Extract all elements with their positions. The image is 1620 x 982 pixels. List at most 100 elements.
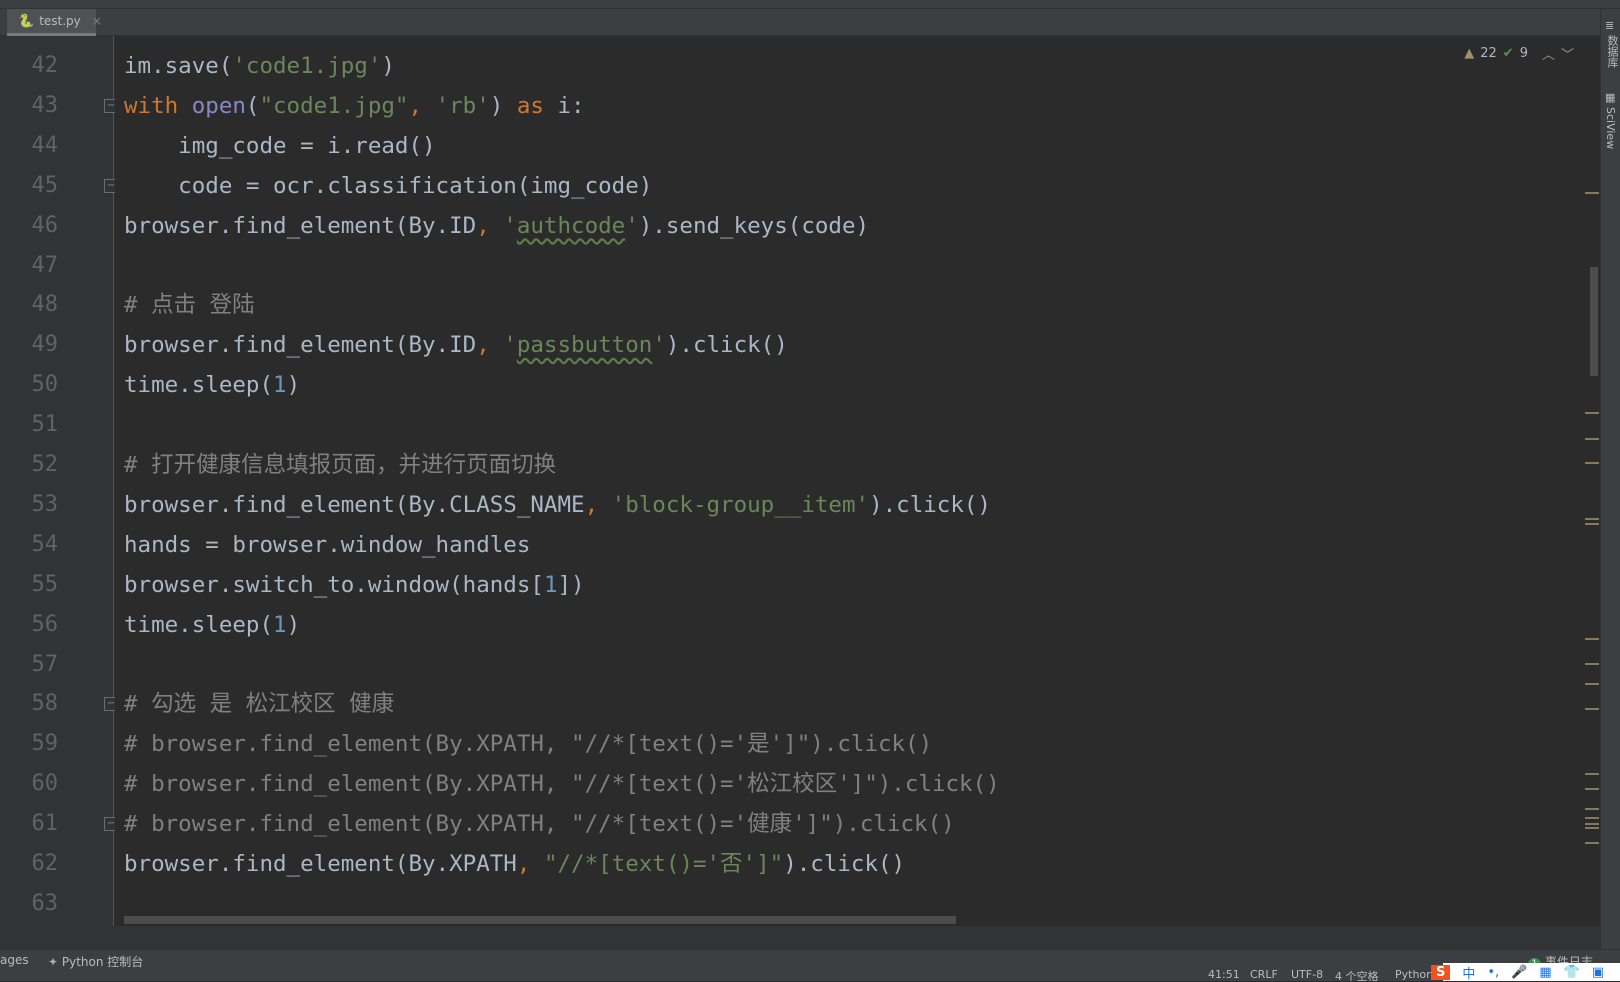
code-token: ).click() — [869, 491, 991, 518]
warning-stripe-marker[interactable] — [1585, 708, 1599, 710]
database-tool-button[interactable]: 数据库 — [1604, 35, 1620, 68]
code-line[interactable]: im.save('code1.jpg') — [124, 46, 395, 86]
warning-count: 22 — [1480, 46, 1497, 61]
inspection-widget[interactable]: ▲ 22 ✔ 9 ︿ ﹀ — [1458, 42, 1580, 65]
warning-stripe-marker[interactable] — [1585, 518, 1599, 520]
tab-label: test.py — [39, 14, 81, 28]
warning-stripe-marker[interactable] — [1585, 462, 1599, 464]
status-bar: 41:51 CRLF UTF-8 4 个空格 Python 3 — [0, 970, 1620, 981]
code-line[interactable]: # 打开健康信息填报页面，并进行页面切换 — [124, 445, 556, 485]
code-line[interactable]: browser.find_element(By.ID, 'passbutton'… — [124, 325, 788, 365]
code-token: ).send_keys(code) — [638, 212, 870, 239]
code-token: # 勾选 是 松江校区 健康 — [124, 691, 395, 718]
warning-stripe-marker[interactable] — [1585, 823, 1599, 825]
warning-stripe-marker[interactable] — [1585, 808, 1599, 810]
code-token: ' — [503, 212, 517, 239]
editor-tab-bar: 🐍 test.py × — [0, 9, 1600, 36]
line-number: 53 — [31, 491, 59, 517]
code-token: time.sleep( — [124, 611, 274, 638]
warning-stripe-marker[interactable] — [1585, 683, 1599, 685]
line-number: 60 — [31, 771, 59, 797]
code-line[interactable]: # browser.find_element(By.XPATH, "//*[te… — [124, 804, 955, 844]
code-line[interactable]: time.sleep(1) — [124, 365, 300, 405]
line-number: 46 — [31, 212, 59, 238]
code-line[interactable]: browser.switch_to.window(hands[1]) — [124, 565, 585, 605]
line-number: 58 — [31, 691, 59, 717]
code-token: 'block-group__item' — [611, 491, 870, 518]
keyboard-icon[interactable]: ▦ — [1539, 965, 1551, 980]
python-console-tool-button[interactable]: ✦ Python 控制台 — [48, 953, 143, 970]
close-tab-icon[interactable]: × — [92, 14, 102, 28]
code-token: 1 — [273, 372, 287, 399]
code-line[interactable]: # browser.find_element(By.XPATH, "//*[te… — [124, 764, 1000, 804]
warning-stripe-marker[interactable] — [1585, 842, 1599, 844]
indent-setting[interactable]: 4 个空格 — [1335, 970, 1379, 981]
warning-stripe-marker[interactable] — [1585, 438, 1599, 440]
vertical-scrollbar[interactable] — [1590, 267, 1598, 376]
microphone-icon[interactable]: 🎤 — [1511, 965, 1527, 980]
line-number: 42 — [31, 53, 59, 78]
code-token: , — [408, 92, 436, 119]
warning-stripe-marker[interactable] — [1585, 192, 1599, 194]
code-line[interactable]: # 点击 登陆 — [124, 285, 255, 325]
line-number: 50 — [31, 372, 59, 398]
code-token: 'rb' — [435, 92, 490, 119]
ime-toolbar[interactable]: S 中 •, 🎤 ▦ 👕 ▣ — [1431, 963, 1620, 982]
code-token: hands = browser.window_handles — [124, 531, 531, 558]
code-token: , — [476, 332, 504, 359]
code-token: im.save( — [124, 53, 233, 79]
right-tool-strip: ≣ 数据库 ▦ SciView — [1600, 9, 1620, 949]
toolbox-icon[interactable]: ▣ — [1592, 965, 1604, 980]
code-token: ' — [625, 212, 639, 239]
horizontal-scrollbar[interactable] — [124, 916, 956, 924]
warning-stripe-marker[interactable] — [1585, 788, 1599, 790]
caret-position[interactable]: 41:51 — [1208, 970, 1240, 981]
sciview-icon: ▦ — [1605, 91, 1616, 104]
code-line[interactable]: with open("code1.jpg", 'rb') as i: — [124, 86, 585, 126]
warning-stripe-marker[interactable] — [1585, 523, 1599, 525]
warning-stripe-marker[interactable] — [1585, 412, 1599, 414]
code-line[interactable]: code = ocr.classification(img_code) — [124, 166, 652, 206]
code-line[interactable]: # 勾选 是 松江校区 健康 — [124, 684, 394, 724]
file-encoding[interactable]: UTF-8 — [1291, 970, 1323, 981]
code-token: # 点击 登陆 — [124, 292, 255, 319]
next-highlight-icon[interactable]: ﹀ — [1561, 44, 1574, 63]
database-icon: ≣ — [1605, 19, 1615, 32]
warning-stripe-marker[interactable] — [1585, 817, 1599, 819]
code-line[interactable]: img_code = i.read() — [124, 126, 435, 166]
code-token: i: — [543, 92, 585, 119]
code-line[interactable]: browser.find_element(By.ID, 'authcode').… — [124, 206, 869, 246]
line-number: 61 — [31, 811, 59, 837]
code-line[interactable]: browser.find_element(By.XPATH, "//*[text… — [124, 844, 905, 884]
tab-test-py[interactable]: 🐍 test.py × — [7, 9, 102, 36]
sogou-logo-icon: S — [1431, 964, 1451, 980]
python-console-label: Python 控制台 — [61, 955, 144, 969]
warning-stripe-marker[interactable] — [1585, 638, 1599, 640]
warning-stripe-marker[interactable] — [1585, 773, 1599, 775]
line-number: 59 — [31, 731, 59, 757]
line-number: 51 — [31, 412, 59, 438]
code-line[interactable]: hands = browser.window_handles — [124, 525, 530, 565]
code-line[interactable]: browser.find_element(By.CLASS_NAME, 'blo… — [124, 485, 991, 525]
packages-tool-button[interactable]: ages — [0, 953, 29, 967]
sciview-tool-button[interactable]: SciView — [1604, 107, 1617, 149]
code-token: 'code1.jpg' — [232, 53, 382, 79]
code-token: with — [124, 92, 179, 119]
punctuation-icon[interactable]: •, — [1487, 965, 1499, 980]
warning-stripe-marker[interactable] — [1585, 827, 1599, 829]
code-token: 1 — [543, 571, 558, 598]
ime-mode[interactable]: 中 — [1462, 963, 1475, 982]
code-line[interactable]: time.sleep(1) — [124, 605, 300, 645]
line-number: 54 — [31, 531, 59, 557]
skin-icon[interactable]: 👕 — [1564, 965, 1580, 980]
line-number: 55 — [31, 571, 59, 597]
warning-stripe-marker[interactable] — [1585, 663, 1599, 665]
code-editor[interactable]: ▲ 22 ✔ 9 ︿ ﹀ im.save('code1.jpg') with op… — [115, 36, 1600, 926]
previous-highlight-icon[interactable]: ︿ — [1542, 44, 1555, 63]
code-token: , — [516, 851, 544, 877]
code-token: ]) — [557, 571, 585, 598]
typo-check-icon: ✔ — [1502, 46, 1514, 61]
line-separator[interactable]: CRLF — [1250, 970, 1278, 981]
code-line[interactable]: # browser.find_element(By.XPATH, "//*[te… — [124, 724, 932, 764]
code-token: ).click() — [783, 851, 906, 877]
